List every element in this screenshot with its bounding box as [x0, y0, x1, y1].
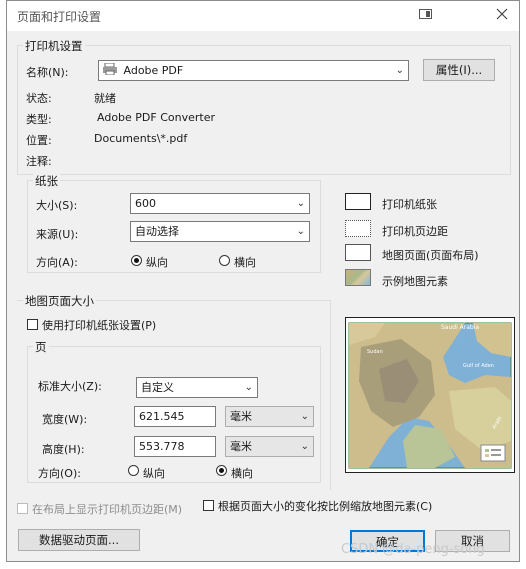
location-value: Documents\*.pdf [94, 132, 188, 145]
legend-map-element-label: 示例地图元素 [382, 275, 448, 288]
standard-size-value: 自定义 [141, 381, 174, 394]
map-portrait-radio[interactable] [128, 465, 139, 476]
map-label-gulf-of-aden: Gulf of Aden [463, 363, 494, 369]
paper-portrait-label[interactable]: 纵向 [146, 254, 168, 270]
page-group-label: 页 [33, 339, 49, 355]
standard-size-select[interactable]: 自定义 ⌄ [136, 377, 258, 398]
data-driven-pages-button[interactable]: 数据驱动页面... [18, 529, 140, 551]
legend-printer-margin-swatch [345, 220, 371, 237]
legend-printer-margin-label: 打印机页边距 [382, 225, 448, 238]
legend-map-page-swatch [345, 244, 371, 261]
properties-button[interactable]: 属性(I)... [423, 59, 495, 81]
map-label-saudi-arabia: Saudi Arabia [441, 324, 479, 331]
page-print-setup-dialog: 页面和打印设置 打印机设置 名称(N): Adobe PDF ⌄ 属性(I)..… [6, 0, 520, 562]
width-unit-value: 毫米 [230, 410, 252, 423]
printer-name-select[interactable]: Adobe PDF ⌄ [98, 60, 409, 81]
legend-printer-paper-swatch [345, 193, 371, 210]
map-preview: Saudi Arabia Gulf of Aden Sudan Arabi [345, 317, 515, 473]
width-value: 621.545 [139, 410, 185, 423]
watermark: CSDN @da-peng-song [341, 542, 485, 557]
use-printer-paper-label[interactable]: 使用打印机纸张设置(P) [42, 317, 156, 333]
status-label: 状态: [26, 92, 52, 105]
show-margins-label[interactable]: 在布局上显示打印机页边距(M) [32, 501, 182, 517]
paper-size-select[interactable]: 600 ⌄ [130, 193, 310, 214]
legend-printer-paper-label: 打印机纸张 [382, 198, 437, 211]
chevron-down-icon: ⌄ [244, 382, 253, 393]
printer-name-value: Adobe PDF [123, 64, 184, 77]
paper-portrait-radio[interactable] [131, 255, 142, 266]
printer-settings-label: 打印机设置 [23, 38, 85, 54]
paper-size-value: 600 [135, 197, 156, 210]
standard-size-label: 标准大小(Z): [38, 380, 102, 393]
window-title: 页面和打印设置 [17, 10, 102, 24]
type-label: 类型: [26, 113, 52, 126]
width-input[interactable]: 621.545 [134, 406, 216, 427]
paper-group-label: 纸张 [33, 173, 60, 189]
height-label: 高度(H): [42, 443, 85, 456]
use-printer-paper-checkbox[interactable] [27, 319, 38, 330]
chevron-down-icon: ⌄ [296, 226, 305, 237]
legend-map-page-label: 地图页面(页面布局) [382, 249, 479, 262]
chevron-down-icon: ⌄ [395, 65, 404, 76]
height-input[interactable]: 553.778 [134, 436, 216, 457]
height-unit-value: 毫米 [230, 440, 252, 453]
status-value: 就绪 [94, 92, 116, 105]
scale-elements-label[interactable]: 根据页面大小的变化按比例缩放地图元素(C) [218, 498, 432, 514]
help-icon[interactable] [419, 9, 432, 19]
type-value: Adobe PDF Converter [97, 111, 216, 124]
chevron-down-icon: ⌄ [300, 411, 309, 422]
paper-source-select[interactable]: 自动选择 ⌄ [130, 221, 310, 242]
close-icon[interactable] [496, 8, 508, 20]
map-portrait-label[interactable]: 纵向 [143, 465, 165, 481]
width-unit-select[interactable]: 毫米 ⌄ [225, 406, 314, 427]
show-margins-checkbox[interactable] [17, 503, 28, 514]
map-page-size-label: 地图页面大小 [23, 293, 96, 309]
height-value: 553.778 [139, 440, 185, 453]
printer-name-label: 名称(N): [26, 66, 69, 79]
paper-source-value: 自动选择 [135, 225, 179, 238]
location-label: 位置: [26, 134, 52, 147]
map-orientation-label: 方向(O): [38, 467, 81, 480]
height-unit-select[interactable]: 毫米 ⌄ [225, 436, 314, 457]
chevron-down-icon: ⌄ [296, 198, 305, 209]
width-label: 宽度(W): [42, 413, 88, 426]
paper-size-label: 大小(S): [36, 199, 78, 212]
title-bar: 页面和打印设置 [7, 1, 519, 31]
chevron-down-icon: ⌄ [300, 441, 309, 452]
map-landscape-label[interactable]: 横向 [231, 465, 253, 481]
scale-elements-checkbox[interactable] [203, 500, 214, 511]
printer-icon [103, 62, 117, 81]
map-landscape-radio[interactable] [216, 465, 227, 476]
map-label-sudan: Sudan [367, 349, 383, 355]
legend-map-element-swatch [345, 269, 371, 286]
paper-source-label: 来源(U): [36, 228, 79, 241]
paper-orientation-label: 方向(A): [36, 256, 78, 269]
comment-label: 注释: [26, 155, 52, 168]
paper-landscape-label[interactable]: 横向 [234, 254, 256, 270]
paper-landscape-radio[interactable] [219, 255, 230, 266]
